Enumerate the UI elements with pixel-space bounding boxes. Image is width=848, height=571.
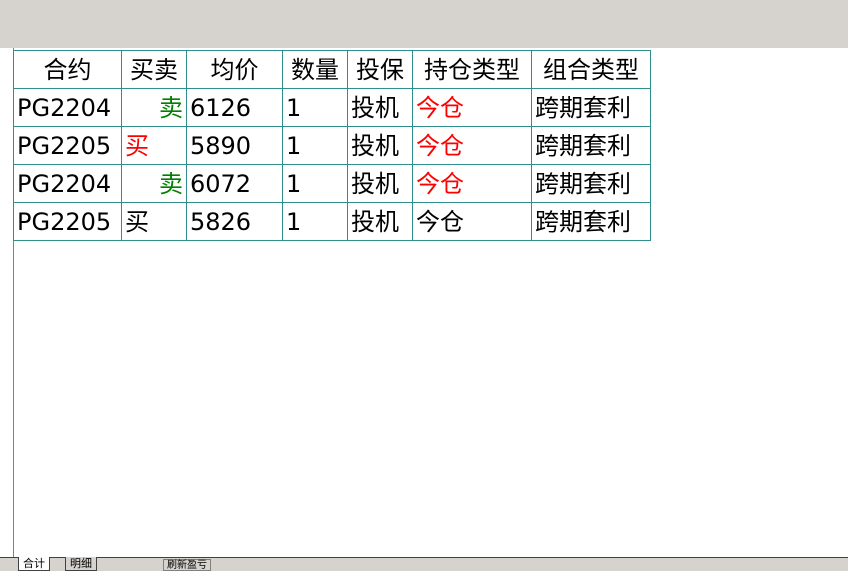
cell-avg-price: 6126 [186, 88, 283, 127]
cell-contract: PG2205 [13, 126, 122, 165]
cell-contract: PG2204 [13, 88, 122, 127]
cell-quantity: 1 [282, 164, 348, 203]
tab-total[interactable]: 合计 [18, 557, 50, 571]
header-side[interactable]: 买卖 [121, 50, 187, 89]
table-row[interactable]: PG2204 卖 6126 1 投机 今仓 跨期套利 [13, 88, 651, 127]
cell-avg-price: 5890 [186, 126, 283, 165]
table-row[interactable]: PG2205 买 5890 1 投机 今仓 跨期套利 [13, 126, 651, 165]
table-header-row: 合约 买卖 均价 数量 投保 持仓类型 组合类型 [13, 50, 651, 89]
tab-detail[interactable]: 明细 [65, 557, 97, 571]
cell-side: 卖 [121, 164, 187, 203]
cell-quantity: 1 [282, 126, 348, 165]
cell-hedge: 投机 [347, 126, 413, 165]
cell-position-type: 今仓 [412, 164, 532, 203]
cell-side: 买 [121, 202, 187, 241]
cell-hedge: 投机 [347, 88, 413, 127]
cell-hedge: 投机 [347, 202, 413, 241]
refresh-pnl-button[interactable]: 刷新盈亏 [163, 559, 211, 571]
cell-position-type: 今仓 [412, 202, 532, 241]
bottom-tab-bar: 合计 明细 刷新盈亏 [0, 557, 848, 571]
header-position-type[interactable]: 持仓类型 [412, 50, 532, 89]
cell-hedge: 投机 [347, 164, 413, 203]
header-avg-price[interactable]: 均价 [186, 50, 283, 89]
cell-position-type: 今仓 [412, 126, 532, 165]
cell-contract: PG2205 [13, 202, 122, 241]
cell-quantity: 1 [282, 88, 348, 127]
cell-combo-type: 跨期套利 [531, 202, 651, 241]
cell-combo-type: 跨期套利 [531, 164, 651, 203]
cell-avg-price: 5826 [186, 202, 283, 241]
header-combo-type[interactable]: 组合类型 [531, 50, 651, 89]
cell-combo-type: 跨期套利 [531, 88, 651, 127]
header-hedge[interactable]: 投保 [347, 50, 413, 89]
cell-avg-price: 6072 [186, 164, 283, 203]
table-row[interactable]: PG2204 卖 6072 1 投机 今仓 跨期套利 [13, 164, 651, 203]
cell-contract: PG2204 [13, 164, 122, 203]
position-table: 合约 买卖 均价 数量 投保 持仓类型 组合类型 PG2204 卖 6126 1… [13, 50, 651, 241]
header-quantity[interactable]: 数量 [282, 50, 348, 89]
cell-combo-type: 跨期套利 [531, 126, 651, 165]
header-contract[interactable]: 合约 [13, 50, 122, 89]
cell-side: 卖 [121, 88, 187, 127]
cell-position-type: 今仓 [412, 88, 532, 127]
top-toolbar-area [0, 0, 848, 48]
table-row[interactable]: PG2205 买 5826 1 投机 今仓 跨期套利 [13, 202, 651, 241]
cell-side: 买 [121, 126, 187, 165]
cell-quantity: 1 [282, 202, 348, 241]
